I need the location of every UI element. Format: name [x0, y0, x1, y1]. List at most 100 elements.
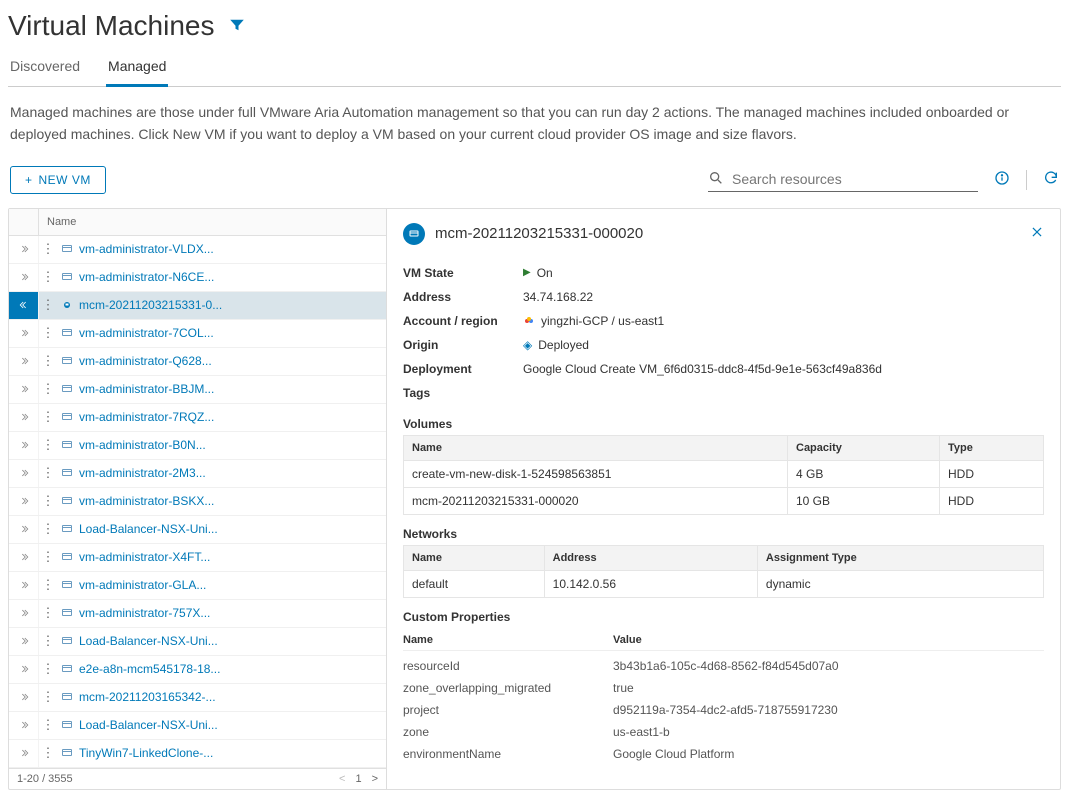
- filter-icon[interactable]: [228, 16, 246, 37]
- table-row[interactable]: ⋮ Load-Balancer-NSX-Uni...: [9, 712, 386, 740]
- expand-icon[interactable]: [9, 684, 39, 711]
- vol-col-capacity[interactable]: Capacity: [788, 435, 940, 460]
- table-row[interactable]: ⋮ Load-Balancer-NSX-Uni...: [9, 516, 386, 544]
- vm-name-link[interactable]: mcm-20211203165342-...: [77, 690, 386, 704]
- tab-managed[interactable]: Managed: [106, 50, 168, 87]
- expand-icon[interactable]: [9, 404, 39, 431]
- deployed-icon: ◈: [523, 338, 532, 352]
- value-vm-state: On: [537, 266, 553, 280]
- row-actions-icon[interactable]: ⋮: [39, 297, 57, 313]
- info-icon[interactable]: [994, 170, 1010, 189]
- vm-name-link[interactable]: vm-administrator-N6CE...: [77, 270, 386, 284]
- table-row[interactable]: ⋮ mcm-20211203215331-0...: [9, 292, 386, 320]
- vm-name-link[interactable]: vm-administrator-B0N...: [77, 438, 386, 452]
- table-row[interactable]: ⋮ vm-administrator-757X...: [9, 600, 386, 628]
- table-row[interactable]: ⋮ vm-administrator-Q628...: [9, 348, 386, 376]
- vm-name-link[interactable]: vm-administrator-VLDX...: [77, 242, 386, 256]
- vm-name-link[interactable]: e2e-a8n-mcm545178-18...: [77, 662, 386, 676]
- row-actions-icon[interactable]: ⋮: [39, 633, 57, 649]
- row-actions-icon[interactable]: ⋮: [39, 577, 57, 593]
- vm-name-link[interactable]: TinyWin7-LinkedClone-...: [77, 746, 386, 760]
- refresh-icon[interactable]: [1043, 170, 1059, 189]
- table-row[interactable]: ⋮ vm-administrator-X4FT...: [9, 544, 386, 572]
- row-actions-icon[interactable]: ⋮: [39, 353, 57, 369]
- expand-icon[interactable]: [9, 740, 39, 767]
- expand-icon[interactable]: [9, 544, 39, 571]
- table-row[interactable]: ⋮ vm-administrator-GLA...: [9, 572, 386, 600]
- vm-type-icon: [57, 439, 77, 451]
- vol-col-type[interactable]: Type: [940, 435, 1044, 460]
- expand-icon[interactable]: [9, 572, 39, 599]
- vm-name-link[interactable]: vm-administrator-757X...: [77, 606, 386, 620]
- table-row[interactable]: ⋮ vm-administrator-B0N...: [9, 432, 386, 460]
- table-row[interactable]: ⋮ vm-administrator-N6CE...: [9, 264, 386, 292]
- table-row[interactable]: ⋮ vm-administrator-BBJM...: [9, 376, 386, 404]
- row-actions-icon[interactable]: ⋮: [39, 269, 57, 285]
- row-actions-icon[interactable]: ⋮: [39, 689, 57, 705]
- section-custom: Custom Properties: [403, 610, 1044, 624]
- row-actions-icon[interactable]: ⋮: [39, 437, 57, 453]
- vm-name-link[interactable]: vm-administrator-X4FT...: [77, 550, 386, 564]
- prev-page-icon[interactable]: <: [339, 773, 345, 785]
- search-field[interactable]: [708, 168, 978, 192]
- tab-discovered[interactable]: Discovered: [8, 50, 82, 86]
- expand-icon[interactable]: [9, 656, 39, 683]
- expand-icon[interactable]: [9, 236, 39, 263]
- vm-name-link[interactable]: vm-administrator-2M3...: [77, 466, 386, 480]
- row-actions-icon[interactable]: ⋮: [39, 241, 57, 257]
- vm-name-link[interactable]: vm-administrator-7COL...: [77, 326, 386, 340]
- row-actions-icon[interactable]: ⋮: [39, 717, 57, 733]
- table-row[interactable]: ⋮ TinyWin7-LinkedClone-...: [9, 740, 386, 768]
- table-row[interactable]: ⋮ e2e-a8n-mcm545178-18...: [9, 656, 386, 684]
- row-actions-icon[interactable]: ⋮: [39, 549, 57, 565]
- expand-icon[interactable]: [9, 712, 39, 739]
- row-actions-icon[interactable]: ⋮: [39, 605, 57, 621]
- vm-name-link[interactable]: Load-Balancer-NSX-Uni...: [77, 718, 386, 732]
- row-actions-icon[interactable]: ⋮: [39, 409, 57, 425]
- table-row[interactable]: ⋮ vm-administrator-2M3...: [9, 460, 386, 488]
- next-page-icon[interactable]: >: [372, 773, 378, 785]
- new-vm-button[interactable]: + NEW VM: [10, 166, 106, 194]
- net-col-assign[interactable]: Assignment Type: [757, 545, 1043, 570]
- vm-name-link[interactable]: Load-Balancer-NSX-Uni...: [77, 634, 386, 648]
- table-row[interactable]: ⋮ mcm-20211203165342-...: [9, 684, 386, 712]
- table-row[interactable]: ⋮ vm-administrator-7RQZ...: [9, 404, 386, 432]
- net-col-name[interactable]: Name: [404, 545, 545, 570]
- row-actions-icon[interactable]: ⋮: [39, 521, 57, 537]
- expand-icon[interactable]: [9, 628, 39, 655]
- vm-name-link[interactable]: vm-administrator-Q628...: [77, 354, 386, 368]
- expand-icon[interactable]: [9, 460, 39, 487]
- net-col-address[interactable]: Address: [544, 545, 757, 570]
- expand-icon[interactable]: [9, 432, 39, 459]
- expand-icon[interactable]: [9, 264, 39, 291]
- volumes-table: Name Capacity Type create-vm-new-disk-1-…: [403, 435, 1044, 515]
- vol-col-name[interactable]: Name: [404, 435, 788, 460]
- table-row[interactable]: ⋮ vm-administrator-VLDX...: [9, 236, 386, 264]
- vm-name-link[interactable]: vm-administrator-7RQZ...: [77, 410, 386, 424]
- expand-icon[interactable]: [9, 292, 39, 319]
- row-actions-icon[interactable]: ⋮: [39, 325, 57, 341]
- vm-name-link[interactable]: vm-administrator-GLA...: [77, 578, 386, 592]
- row-actions-icon[interactable]: ⋮: [39, 465, 57, 481]
- expand-icon[interactable]: [9, 376, 39, 403]
- table-row[interactable]: ⋮ vm-administrator-BSKX...: [9, 488, 386, 516]
- table-row[interactable]: ⋮ vm-administrator-7COL...: [9, 320, 386, 348]
- vm-name-link[interactable]: vm-administrator-BBJM...: [77, 382, 386, 396]
- row-actions-icon[interactable]: ⋮: [39, 745, 57, 761]
- table-row[interactable]: ⋮ Load-Balancer-NSX-Uni...: [9, 628, 386, 656]
- vm-name-link[interactable]: mcm-20211203215331-0...: [77, 298, 386, 312]
- expand-icon[interactable]: [9, 488, 39, 515]
- vm-name-link[interactable]: vm-administrator-BSKX...: [77, 494, 386, 508]
- search-input[interactable]: [732, 171, 978, 187]
- expand-icon[interactable]: [9, 516, 39, 543]
- expand-icon[interactable]: [9, 348, 39, 375]
- column-header-name[interactable]: Name: [39, 210, 84, 234]
- expand-icon[interactable]: [9, 600, 39, 627]
- row-actions-icon[interactable]: ⋮: [39, 381, 57, 397]
- row-actions-icon[interactable]: ⋮: [39, 661, 57, 677]
- expand-icon[interactable]: [9, 320, 39, 347]
- row-actions-icon[interactable]: ⋮: [39, 493, 57, 509]
- close-icon[interactable]: [1030, 225, 1044, 242]
- vm-type-icon: [57, 355, 77, 367]
- vm-name-link[interactable]: Load-Balancer-NSX-Uni...: [77, 522, 386, 536]
